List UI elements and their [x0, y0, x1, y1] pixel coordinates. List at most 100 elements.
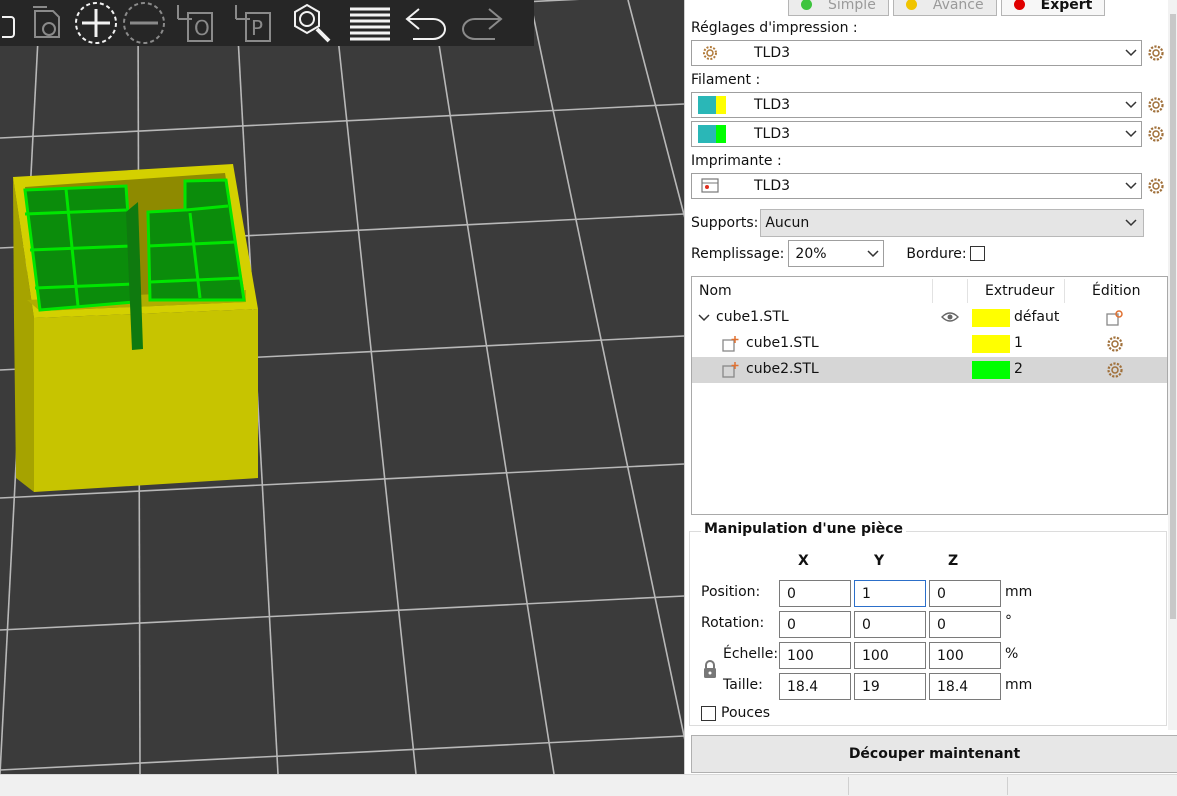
svg-text:P: P: [251, 16, 263, 40]
3d-viewport[interactable]: O P: [0, 0, 684, 774]
position-x-input[interactable]: 0: [779, 580, 851, 607]
print-settings-label: Réglages d'impression :: [691, 20, 858, 36]
position-unit: mm: [1005, 584, 1033, 600]
status-divider: [1007, 777, 1008, 795]
filament-2-gear-icon[interactable]: [1147, 125, 1165, 143]
column-separator: [1064, 279, 1065, 303]
remove-instance-icon[interactable]: [120, 1, 168, 45]
column-separator: [932, 279, 933, 303]
infill-select[interactable]: 20%: [788, 240, 885, 267]
scene-canvas[interactable]: [0, 0, 684, 774]
mode-expert-tab[interactable]: Expert: [1000, 0, 1106, 16]
supports-value: Aucun: [765, 215, 810, 231]
part-name: cube2.STL: [746, 361, 819, 377]
supports-label: Supports:: [691, 215, 759, 231]
print-settings-value: TLD3: [754, 45, 791, 61]
column-separator: [967, 279, 968, 303]
inches-checkbox[interactable]: [701, 706, 716, 721]
split-objects-icon[interactable]: O: [168, 1, 228, 45]
delete-all-icon[interactable]: [24, 1, 72, 45]
slice-now-button[interactable]: Découper maintenant: [691, 735, 1177, 773]
mode-advanced-tab[interactable]: Avancé: [892, 0, 997, 16]
brim-checkbox[interactable]: [969, 246, 985, 261]
scale-x-input[interactable]: 100: [779, 642, 851, 669]
column-edit[interactable]: Édition: [1092, 283, 1140, 299]
printer-icon: [692, 178, 728, 194]
size-x-input[interactable]: 18.4: [779, 673, 851, 700]
filament-1-value: TLD3: [754, 97, 791, 113]
lock-icon[interactable]: [702, 659, 718, 679]
position-y-input[interactable]: 1: [854, 580, 926, 607]
panel-scrollbar[interactable]: [1168, 0, 1177, 730]
status-divider: [848, 777, 849, 795]
column-name[interactable]: Nom: [699, 283, 732, 299]
viewport-toolbar: O P: [0, 0, 534, 46]
scrollbar-thumb[interactable]: [1170, 14, 1176, 619]
position-z-input[interactable]: 0: [929, 580, 1001, 607]
extruder-value[interactable]: 2: [1014, 361, 1023, 377]
add-part-icon[interactable]: [1106, 309, 1124, 327]
mode-simple-tab[interactable]: Simple: [788, 0, 889, 16]
brim-label: Bordure:: [906, 245, 967, 262]
printer-combo[interactable]: TLD3: [691, 173, 1142, 199]
list-item-object[interactable]: cube1.STL défaut: [692, 305, 1167, 331]
scale-label: Échelle:: [723, 646, 779, 662]
chevron-down-icon: [1125, 101, 1137, 109]
split-parts-icon[interactable]: P: [228, 1, 284, 45]
mode-advanced-dot: [905, 0, 917, 10]
delete-icon[interactable]: [0, 1, 24, 45]
chevron-down-icon: [1125, 182, 1137, 190]
chevron-down-icon[interactable]: [698, 314, 710, 323]
object-list[interactable]: Nom Extrudeur Édition cube1.STL défaut c…: [691, 276, 1168, 515]
mode-simple-dot: [801, 0, 812, 10]
axis-x-label: X: [798, 553, 809, 569]
printer-gear-icon[interactable]: [1147, 177, 1165, 195]
scale-unit: %: [1005, 646, 1019, 662]
list-item-part-selected[interactable]: cube2.STL 2: [692, 357, 1167, 383]
infill-row: Remplissage: 20% Bordure:: [691, 240, 985, 267]
position-label: Position:: [701, 584, 761, 600]
object-name: cube1.STL: [716, 309, 789, 325]
print-settings-combo[interactable]: TLD3: [691, 40, 1142, 66]
filament-label: Filament :: [691, 72, 761, 88]
supports-select[interactable]: Aucun: [760, 209, 1145, 237]
printer-label: Imprimante :: [691, 153, 782, 169]
scale-z-input[interactable]: 100: [929, 642, 1001, 669]
part-icon: [722, 336, 739, 352]
scale-y-input[interactable]: 100: [854, 642, 926, 669]
layers-icon[interactable]: [340, 1, 400, 45]
extruder-swatch: [972, 309, 1010, 327]
chevron-down-icon: [867, 250, 879, 258]
undo-icon[interactable]: [400, 1, 454, 45]
extruder-value[interactable]: 1: [1014, 335, 1023, 351]
extruder-swatch: [972, 335, 1010, 353]
size-unit: mm: [1005, 677, 1033, 693]
rotation-x-input[interactable]: 0: [779, 611, 851, 638]
object-list-header: Nom Extrudeur Édition: [692, 277, 1167, 305]
rotation-label: Rotation:: [701, 615, 765, 631]
rotation-unit: °: [1005, 613, 1012, 629]
redo-icon[interactable]: [454, 1, 508, 45]
status-bar: [0, 774, 1177, 796]
gear-icon[interactable]: [1106, 335, 1124, 353]
list-item-part[interactable]: cube1.STL 1: [692, 331, 1167, 357]
print-settings-gear-icon[interactable]: [1147, 44, 1165, 62]
manipulation-title: Manipulation d'une pièce: [701, 521, 907, 537]
column-extruder[interactable]: Extrudeur: [985, 283, 1054, 299]
add-instance-icon[interactable]: [72, 1, 120, 45]
size-z-input[interactable]: 18.4: [929, 673, 1001, 700]
rotation-y-input[interactable]: 0: [854, 611, 926, 638]
chevron-down-icon: [1125, 130, 1137, 138]
filament-1-gear-icon[interactable]: [1147, 96, 1165, 114]
settings-panel: Simple Avancé Expert Réglages d'impressi…: [684, 0, 1177, 774]
mode-expert-dot: [1013, 0, 1025, 10]
search-icon[interactable]: [284, 1, 340, 45]
eye-icon[interactable]: [941, 311, 959, 323]
filament-combo-2[interactable]: TLD3: [691, 121, 1142, 147]
filament-combo-1[interactable]: TLD3: [691, 92, 1142, 118]
size-y-input[interactable]: 19: [854, 673, 926, 700]
gear-icon[interactable]: [1106, 361, 1124, 379]
printer-value: TLD3: [754, 178, 791, 194]
rotation-z-input[interactable]: 0: [929, 611, 1001, 638]
extruder-value[interactable]: défaut: [1014, 309, 1059, 325]
